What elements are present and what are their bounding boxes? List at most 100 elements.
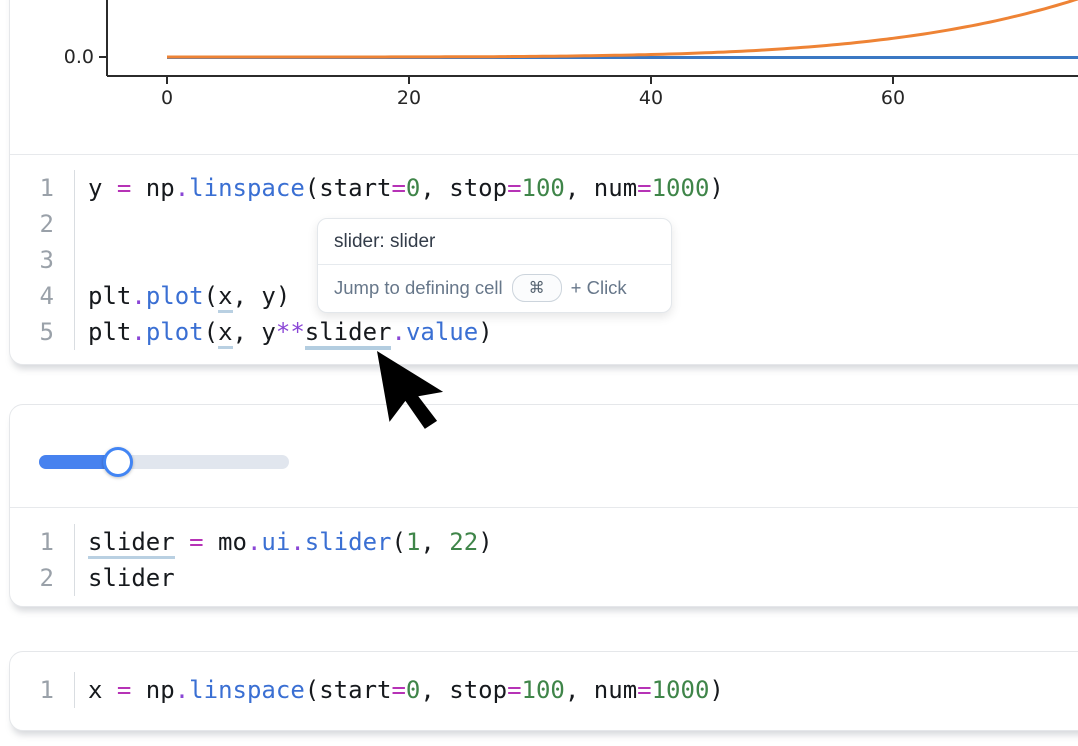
tooltip-action-label: Jump to defining cell <box>334 277 503 299</box>
code-token <box>175 528 189 556</box>
svg-text:40: 40 <box>639 87 663 109</box>
code-token: slider <box>88 564 175 592</box>
line-number: 3 <box>10 242 54 278</box>
line-number: 1 <box>10 524 54 560</box>
code-token: plt <box>88 282 131 310</box>
code-token: = <box>117 174 131 202</box>
code-token: ) <box>478 528 492 556</box>
code-token: , num <box>565 174 637 202</box>
code-line[interactable]: 5plt.plot(x, y**slider.value) <box>10 314 1078 350</box>
plot-output: 0.0 0 20 40 60 <box>10 0 1078 154</box>
code-token: np <box>131 676 174 704</box>
code-token: = <box>507 174 521 202</box>
code-text[interactable]: y = np.linspace(start=0, stop=100, num=1… <box>74 170 1078 206</box>
code-token: , y <box>233 318 276 346</box>
svg-text:0: 0 <box>161 87 173 109</box>
code-token: ) <box>478 318 492 346</box>
code-token: 1 <box>406 528 420 556</box>
code-token: value <box>406 318 478 346</box>
line-number: 2 <box>10 560 54 596</box>
code-token: start <box>319 676 391 704</box>
code-line[interactable]: 2 slider <box>10 560 1078 596</box>
line-number: 2 <box>10 206 54 242</box>
code-token: = <box>391 676 405 704</box>
code-token: . <box>131 318 145 346</box>
code-token: , stop <box>420 676 507 704</box>
notebook-page: 0.00204060 1y = np.linspace(start=0, sto… <box>0 0 1078 746</box>
code-token: ) <box>709 174 723 202</box>
code-token: ( <box>391 528 405 556</box>
code-token: 0 <box>406 676 420 704</box>
code-token: 0 <box>406 174 420 202</box>
line-number: 5 <box>10 314 54 350</box>
cell-x: 1x = np.linspace(start=0, stop=100, num=… <box>9 651 1078 731</box>
code-token: . <box>391 318 405 346</box>
line-number: 4 <box>10 278 54 314</box>
chart-output: 0.0 0 20 40 60 <box>10 0 1078 154</box>
code-line[interactable]: 1x = np.linspace(start=0, stop=100, num=… <box>10 672 1078 708</box>
svg-text:0.0: 0.0 <box>64 46 94 68</box>
code-token: mo <box>204 528 247 556</box>
code-token: = <box>507 676 521 704</box>
code-token: plt <box>88 318 131 346</box>
code-text[interactable]: slider = mo.ui.slider(1, 22) <box>74 524 1078 560</box>
code-token: ) <box>709 676 723 704</box>
code-token: ui <box>261 528 290 556</box>
code-token: ( <box>204 318 218 346</box>
code-token: 1000 <box>652 174 710 202</box>
variable-tooltip: slider: slider Jump to defining cell ⌘ +… <box>317 218 672 313</box>
code-token: y <box>88 174 117 202</box>
line-number: 1 <box>10 672 54 708</box>
code-token: . <box>175 174 189 202</box>
code-token: 1000 <box>652 676 710 704</box>
code-text[interactable]: plt.plot(x, y**slider.value) <box>74 314 1078 350</box>
code-token: 22 <box>449 528 478 556</box>
code-line[interactable]: 1slider = mo.ui.slider(1, 22) <box>10 524 1078 560</box>
svg-text:60: 60 <box>881 87 905 109</box>
code-token: , <box>420 528 449 556</box>
code-token: . <box>247 528 261 556</box>
code-token: ** <box>276 318 305 346</box>
command-key-icon: ⌘ <box>512 274 562 302</box>
code-token: 100 <box>522 174 565 202</box>
code-text[interactable]: slider <box>74 560 1078 596</box>
code-token: = <box>391 174 405 202</box>
cross-cell-variable[interactable]: x <box>218 282 232 313</box>
tooltip-title: slider: slider <box>318 219 671 264</box>
code-token: plot <box>146 282 204 310</box>
code-editor[interactable]: 1x = np.linspace(start=0, stop=100, num=… <box>10 652 1078 728</box>
code-line[interactable]: 1y = np.linspace(start=0, stop=100, num=… <box>10 170 1078 206</box>
code-token: linspace <box>189 676 305 704</box>
code-token: = <box>637 676 651 704</box>
code-editor[interactable]: 1 slider = mo.ui. slider (1, 22) 2 slider <box>10 508 1078 604</box>
tooltip-footer: Jump to defining cell ⌘ + Click <box>318 265 671 312</box>
code-token: ( <box>305 174 319 202</box>
cross-cell-variable[interactable]: slider <box>88 528 175 559</box>
slider-output <box>10 405 1078 507</box>
slider-thumb[interactable] <box>103 447 133 477</box>
cross-cell-variable[interactable]: x <box>218 318 232 349</box>
code-text[interactable]: x = np.linspace(start=0, stop=100, num=1… <box>74 672 1078 708</box>
code-token: start <box>319 174 391 202</box>
chart: 0.0 0 20 40 60 <box>10 0 1078 154</box>
code-token: np <box>131 174 174 202</box>
code-token: = <box>189 528 203 556</box>
code-token: = <box>117 676 131 704</box>
code-token: . <box>290 528 304 556</box>
cell-slider: 1 slider = mo.ui. slider (1, 22) 2 slider <box>9 404 1078 607</box>
code-token: ( <box>204 282 218 310</box>
code-token: . <box>175 676 189 704</box>
cross-cell-variable[interactable]: slider <box>305 318 392 350</box>
code-token: linspace <box>189 174 305 202</box>
code-token: , num <box>565 676 637 704</box>
code-token: plot <box>146 318 204 346</box>
code-token: = <box>637 174 651 202</box>
code-token: 100 <box>522 676 565 704</box>
code-token: ( <box>305 676 319 704</box>
code-token: x <box>88 676 117 704</box>
svg-text:20: 20 <box>397 87 421 109</box>
line-number: 1 <box>10 170 54 206</box>
slider-widget[interactable] <box>39 446 289 478</box>
tooltip-suffix: + Click <box>571 277 627 299</box>
code-token: , stop <box>420 174 507 202</box>
